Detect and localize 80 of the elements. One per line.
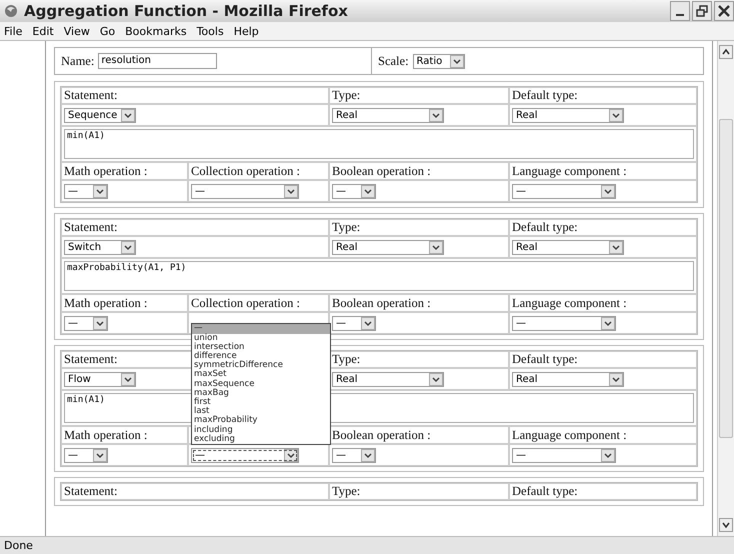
- default-type-label: Default type:: [512, 88, 578, 103]
- menu-item[interactable]: View: [64, 24, 90, 38]
- default-type-label: Default type:: [512, 352, 578, 367]
- operation-label: Collection operation :: [191, 296, 300, 310]
- dropdown-option[interactable]: —: [192, 324, 330, 334]
- default-type-dropdown[interactable]: Real: [512, 108, 624, 122]
- operation-dropdown[interactable]: —: [64, 316, 108, 330]
- close-button[interactable]: [714, 1, 734, 21]
- operation-label: Collection operation :: [191, 164, 300, 178]
- minimize-button[interactable]: [670, 1, 690, 21]
- operation-label: Boolean operation :: [332, 428, 431, 442]
- operation-label: Math operation :: [64, 428, 148, 442]
- menu-item[interactable]: Go: [100, 24, 116, 38]
- scale-dropdown[interactable]: Ratio: [412, 54, 465, 68]
- dropdown-option[interactable]: maxSequence: [192, 380, 330, 389]
- type-dropdown[interactable]: Real: [332, 240, 444, 254]
- operation-label: Boolean operation :: [332, 296, 431, 310]
- dropdown-option[interactable]: including: [192, 426, 330, 435]
- menu-item[interactable]: Help: [234, 24, 259, 38]
- statement-label: Statement:: [64, 352, 118, 367]
- statement-label: Statement:: [64, 88, 118, 103]
- dropdown-option[interactable]: difference: [192, 352, 330, 362]
- statement-label: Statement:: [64, 484, 118, 499]
- default-type-label: Default type:: [512, 220, 578, 235]
- scrollbar-thumb[interactable]: [719, 119, 733, 438]
- dropdown-option[interactable]: intersection: [192, 342, 330, 352]
- dropdown-option[interactable]: symmetricDifference: [192, 361, 330, 370]
- operation-label: Language component :: [512, 428, 627, 442]
- type-label: Type:: [332, 484, 360, 499]
- operation-dropdown[interactable]: —: [332, 448, 376, 462]
- operation-label: Boolean operation :: [332, 164, 431, 178]
- dropdown-option[interactable]: first: [192, 398, 330, 408]
- statement-dropdown[interactable]: Switch: [64, 240, 136, 254]
- type-label: Type:: [332, 88, 360, 103]
- default-type-dropdown[interactable]: Real: [512, 372, 624, 386]
- operation-label: Math operation :: [64, 164, 148, 178]
- operation-dropdown[interactable]: —: [64, 448, 108, 462]
- dropdown-option[interactable]: last: [192, 407, 330, 416]
- dropdown-option[interactable]: maxProbability: [192, 416, 330, 426]
- operation-dropdown[interactable]: —: [512, 316, 616, 330]
- default-type-label: Default type:: [512, 484, 578, 499]
- dropdown-option[interactable]: excluding: [192, 434, 330, 444]
- scroll-up-icon[interactable]: [719, 45, 733, 59]
- expression-field[interactable]: min(A1): [64, 129, 694, 159]
- expression-field[interactable]: maxProbability(A1, P1): [64, 261, 694, 291]
- menu-item[interactable]: Bookmarks: [125, 24, 187, 38]
- operation-dropdown[interactable]: —: [191, 184, 299, 198]
- default-type-dropdown[interactable]: Real: [512, 240, 624, 254]
- minimize-icon: [676, 14, 684, 16]
- dropdown-option[interactable]: union: [192, 334, 330, 343]
- statement-dropdown[interactable]: Flow: [64, 372, 136, 386]
- type-label: Type:: [332, 352, 360, 367]
- window-title: Aggregation Function - Mozilla Firefox: [24, 2, 348, 20]
- name-field[interactable]: resolution: [98, 53, 218, 69]
- operation-label: Language component :: [512, 296, 627, 310]
- maximize-button[interactable]: [692, 1, 712, 21]
- operation-dropdown[interactable]: —: [191, 448, 299, 462]
- operation-label: Math operation :: [64, 296, 148, 310]
- field-label: Scale:: [378, 54, 409, 68]
- close-icon: [718, 5, 730, 17]
- type-label: Type:: [332, 220, 360, 235]
- statement-label: Statement:: [64, 220, 118, 235]
- globe-icon: [4, 4, 18, 18]
- operation-dropdown[interactable]: —: [512, 448, 616, 462]
- status-text: Done: [4, 539, 33, 552]
- menu-item[interactable]: Edit: [32, 24, 54, 38]
- operation-dropdown[interactable]: —: [512, 184, 616, 198]
- type-dropdown[interactable]: Real: [332, 108, 444, 122]
- dropdown-option[interactable]: maxSet: [192, 370, 330, 380]
- restore-icon: [696, 5, 708, 17]
- scroll-down-icon[interactable]: [719, 518, 733, 532]
- menu-item[interactable]: File: [4, 24, 22, 38]
- operation-label: Language component :: [512, 164, 627, 178]
- operation-dropdown[interactable]: —: [64, 184, 108, 198]
- menu-item[interactable]: Tools: [196, 24, 224, 38]
- operation-dropdown[interactable]: —: [332, 316, 376, 330]
- operation-dropdown[interactable]: —: [332, 184, 376, 198]
- statement-dropdown[interactable]: Sequence: [64, 108, 136, 122]
- type-dropdown[interactable]: Real: [332, 372, 444, 386]
- field-label: Name:: [61, 54, 94, 68]
